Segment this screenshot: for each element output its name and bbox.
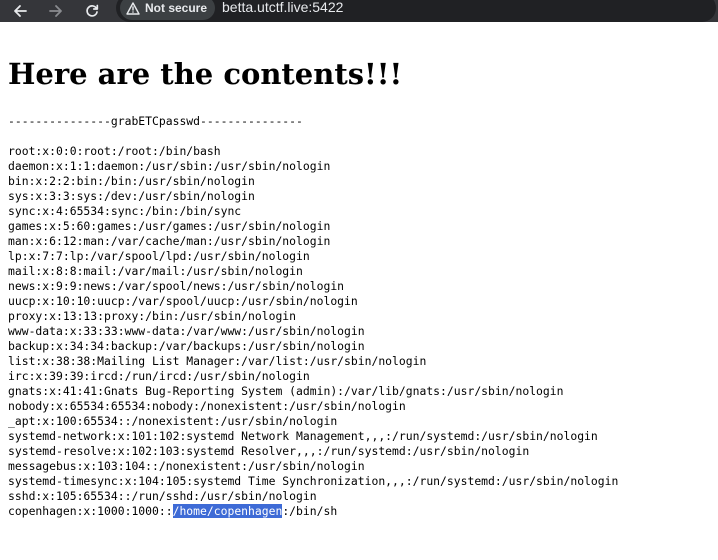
passwd-contents: root:x:0:0:root:/root:/bin/bash daemon:x:…	[8, 144, 618, 519]
security-indicator[interactable]: Not secure	[120, 0, 216, 20]
arrow-right-icon	[49, 5, 62, 17]
passwd-line: _apt:x:100:65534::/nonexistent:/usr/sbin…	[8, 414, 338, 428]
line-suffix: :/bin/sh	[282, 504, 338, 518]
page-heading: Here are the contents!!!	[8, 57, 403, 91]
address-bar[interactable]: Not secure betta.utctf.live:5422	[116, 0, 716, 22]
url-text[interactable]: betta.utctf.live:5422	[222, 0, 343, 15]
back-button[interactable]	[9, 0, 31, 22]
passwd-line: bin:x:2:2:bin:/bin:/usr/sbin/nologin	[8, 174, 255, 188]
passwd-line: irc:x:39:39:ircd:/run/ircd:/usr/sbin/nol…	[8, 369, 310, 383]
passwd-line: sys:x:3:3:sys:/dev:/usr/sbin/nologin	[8, 189, 255, 203]
passwd-line: root:x:0:0:root:/root:/bin/bash	[8, 144, 221, 158]
passwd-line: news:x:9:9:news:/var/spool/news:/usr/sbi…	[8, 279, 345, 293]
separator-line: ---------------grabETCpasswd------------…	[8, 114, 303, 128]
passwd-line: sshd:x:105:65534::/run/sshd:/usr/sbin/no…	[8, 489, 317, 503]
passwd-line-last: copenhagen:x:1000:1000::/home/copenhagen…	[8, 504, 618, 519]
passwd-line: sync:x:4:65534:sync:/bin:/bin/sync	[8, 204, 242, 218]
passwd-line: www-data:x:33:33:www-data:/var/www:/usr/…	[8, 324, 365, 338]
passwd-line: backup:x:34:34:backup:/var/backups:/usr/…	[8, 339, 365, 353]
selected-text[interactable]: /home/copenhagen	[172, 504, 283, 518]
passwd-line: list:x:38:38:Mailing List Manager:/var/l…	[8, 354, 427, 368]
page-content: Here are the contents!!!	[8, 48, 402, 100]
passwd-line: lp:x:7:7:lp:/var/spool/lpd:/usr/sbin/nol…	[8, 249, 310, 263]
warning-icon	[126, 1, 140, 15]
security-label: Not secure	[145, 1, 208, 15]
browser-toolbar: Not secure betta.utctf.live:5422	[0, 0, 718, 22]
passwd-line: daemon:x:1:1:daemon:/usr/sbin:/usr/sbin/…	[8, 159, 331, 173]
passwd-line: messagebus:x:103:104::/nonexistent:/usr/…	[8, 459, 365, 473]
passwd-line: games:x:5:60:games:/usr/games:/usr/sbin/…	[8, 219, 331, 233]
passwd-line: nobody:x:65534:65534:nobody:/nonexistent…	[8, 399, 406, 413]
passwd-line: systemd-network:x:101:102:systemd Networ…	[8, 429, 598, 443]
line-prefix: copenhagen:x:1000:1000::	[8, 504, 173, 518]
passwd-line: gnats:x:41:41:Gnats Bug-Reporting System…	[8, 384, 564, 398]
arrow-left-icon	[14, 5, 27, 17]
passwd-line: systemd-resolve:x:102:103:systemd Resolv…	[8, 444, 530, 458]
reload-button[interactable]	[81, 0, 103, 22]
passwd-line: uucp:x:10:10:uucp:/var/spool/uucp:/usr/s…	[8, 294, 358, 308]
passwd-line: systemd-timesync:x:104:105:systemd Time …	[8, 474, 619, 488]
passwd-line: proxy:x:13:13:proxy:/bin:/usr/sbin/nolog…	[8, 309, 297, 323]
forward-button[interactable]	[45, 0, 67, 22]
passwd-line: man:x:6:12:man:/var/cache/man:/usr/sbin/…	[8, 234, 331, 248]
passwd-line: mail:x:8:8:mail:/var/mail:/usr/sbin/nolo…	[8, 264, 303, 278]
reload-icon	[86, 4, 99, 17]
